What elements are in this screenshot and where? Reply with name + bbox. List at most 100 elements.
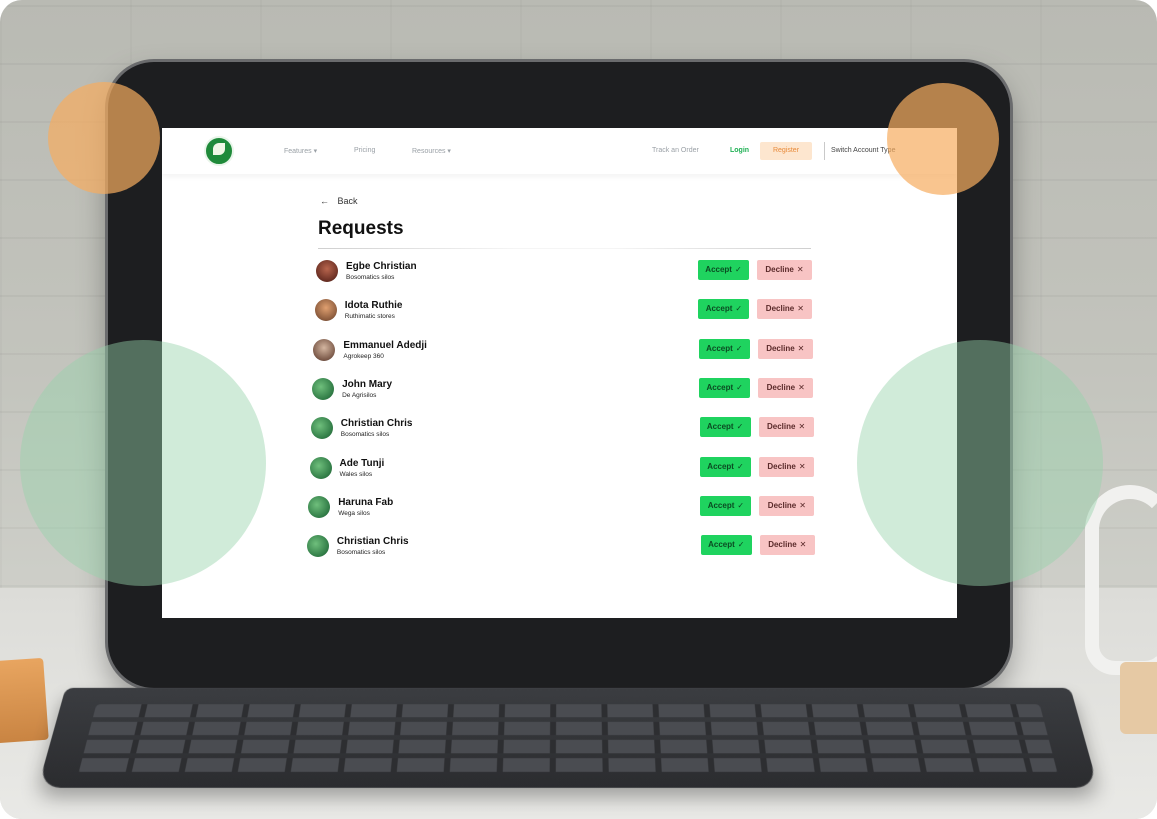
check-icon: ✓ — [736, 461, 744, 471]
requester-store: Wales silos — [339, 470, 373, 478]
accept-label: Accept — [706, 382, 734, 392]
close-icon: ✕ — [798, 382, 805, 392]
accept-button[interactable]: Accept ✓ — [698, 338, 750, 359]
requester-store: De Agrisilos — [342, 391, 377, 399]
tablet-screen: Features ▾ Pricing Resources ▾ Track an … — [162, 128, 957, 618]
close-icon: ✕ — [797, 343, 805, 353]
decline-button[interactable]: Decline ✕ — [759, 535, 815, 556]
requester-name: Christian Chris — [340, 418, 413, 430]
check-icon: ✓ — [736, 422, 744, 432]
accept-label: Accept — [707, 500, 735, 510]
avatar — [314, 299, 337, 322]
top-navbar: Features ▾ Pricing Resources ▾ Track an … — [162, 128, 957, 174]
decline-button[interactable]: Decline ✕ — [759, 495, 815, 516]
close-icon: ✕ — [797, 304, 804, 314]
photo-background: Features ▾ Pricing Resources ▾ Track an … — [0, 0, 1157, 819]
avatar — [310, 417, 333, 440]
accept-label: Accept — [707, 461, 734, 471]
nav-resources[interactable]: Resources ▾ — [412, 147, 451, 155]
decor-orange-circle-left — [48, 82, 160, 194]
decline-label: Decline — [765, 304, 795, 314]
page-title: Requests — [318, 218, 404, 239]
decline-button[interactable]: Decline ✕ — [757, 260, 812, 280]
decline-button[interactable]: Decline ✕ — [759, 456, 814, 477]
arrow-left-icon: ← — [320, 196, 329, 206]
check-icon: ✓ — [737, 500, 745, 510]
accept-button[interactable]: Accept ✓ — [700, 495, 752, 516]
brand-logo[interactable] — [204, 136, 234, 166]
check-icon: ✓ — [735, 343, 743, 353]
back-label: Back — [337, 196, 358, 206]
keyboard — [37, 687, 1099, 788]
books-decoration — [0, 657, 49, 745]
requester-store: Bosomatics silos — [346, 274, 395, 281]
accept-button[interactable]: Accept ✓ — [700, 456, 751, 477]
close-icon: ✕ — [799, 500, 806, 510]
requester-store: Wega silos — [338, 509, 370, 517]
requester-store: Agrokeep 360 — [343, 352, 384, 360]
request-row: Emmanuel Adedji Agrokeep 360 Accept ✓ Declin… — [162, 337, 957, 367]
decor-green-circle-left — [20, 340, 266, 586]
register-button[interactable]: Register — [760, 142, 812, 160]
accept-label: Accept — [706, 422, 734, 432]
decline-label: Decline — [767, 422, 796, 432]
decline-label: Decline — [766, 343, 795, 353]
nav-pricing[interactable]: Pricing — [354, 147, 375, 154]
accept-button[interactable]: Accept ✓ — [699, 377, 751, 398]
mug-base-decoration — [1120, 662, 1157, 734]
decline-button[interactable]: Decline ✕ — [757, 338, 813, 359]
nav-track-order[interactable]: Track an Order — [652, 147, 699, 154]
check-icon: ✓ — [737, 540, 745, 550]
decline-label: Decline — [768, 540, 797, 550]
decline-button[interactable]: Decline ✕ — [757, 299, 813, 320]
requester-store: Ruthimatic stores — [344, 313, 395, 321]
close-icon: ✕ — [798, 422, 806, 432]
requester-name: Emmanuel Adedji — [343, 339, 427, 351]
accept-button[interactable]: Accept ✓ — [698, 260, 749, 280]
requester-name: Haruna Fab — [338, 496, 394, 508]
decor-orange-circle-right — [887, 83, 999, 195]
request-row: Idota Ruthie Ruthimatic stores Accept ✓ Decl… — [162, 297, 957, 327]
accept-button[interactable]: Accept ✓ — [700, 535, 752, 556]
check-icon: ✓ — [735, 304, 743, 314]
decline-label: Decline — [767, 461, 796, 471]
close-icon: ✕ — [799, 540, 807, 550]
avatar — [308, 495, 331, 518]
accept-button[interactable]: Accept ✓ — [699, 417, 751, 438]
title-divider — [318, 248, 811, 249]
close-icon: ✕ — [798, 461, 806, 471]
accept-label: Accept — [705, 304, 733, 314]
keyboard-keys — [78, 704, 1058, 774]
accept-button[interactable]: Accept ✓ — [698, 299, 750, 320]
decor-green-circle-right — [857, 340, 1103, 586]
nav-login[interactable]: Login — [730, 147, 749, 154]
requester-name: Ade Tunji — [339, 457, 385, 469]
check-icon: ✓ — [736, 382, 743, 392]
request-row: Christian Chris Bosomatics silos Accept ✓ De… — [162, 533, 957, 563]
requester-name: Christian Chris — [336, 536, 409, 548]
decline-button[interactable]: Decline ✕ — [758, 417, 814, 438]
avatar — [306, 535, 329, 558]
decline-label: Decline — [767, 500, 797, 510]
check-icon: ✓ — [734, 265, 742, 274]
requester-name: Egbe Christian — [346, 261, 417, 272]
request-row: Christian Chris Bosomatics silos Accept ✓ De… — [162, 415, 957, 445]
request-row: John Mary De Agrisilos Accept ✓ Decline ✕ — [162, 376, 957, 406]
back-link[interactable]: ← Back — [320, 196, 358, 206]
avatar — [312, 377, 335, 400]
decline-label: Decline — [765, 265, 794, 274]
request-row: Ade Tunji Wales silos Accept ✓ Decline ✕ — [162, 455, 957, 485]
accept-label: Accept — [706, 343, 733, 353]
requester-store: Bosomatics silos — [336, 549, 386, 557]
requester-name: John Mary — [342, 378, 393, 390]
avatar — [313, 338, 336, 361]
nav-features[interactable]: Features ▾ — [284, 147, 317, 155]
requester-name: Idota Ruthie — [344, 300, 403, 312]
decline-button[interactable]: Decline ✕ — [758, 377, 814, 398]
avatar — [309, 456, 332, 479]
requester-store: Bosomatics silos — [340, 431, 390, 439]
request-row: Egbe Christian Bosomatics silos Accept ✓ Dec… — [162, 258, 957, 288]
accept-label: Accept — [708, 540, 735, 550]
mug-handle-decoration — [1085, 485, 1157, 675]
request-row: Haruna Fab Wega silos Accept ✓ Decline ✕ — [162, 494, 957, 524]
